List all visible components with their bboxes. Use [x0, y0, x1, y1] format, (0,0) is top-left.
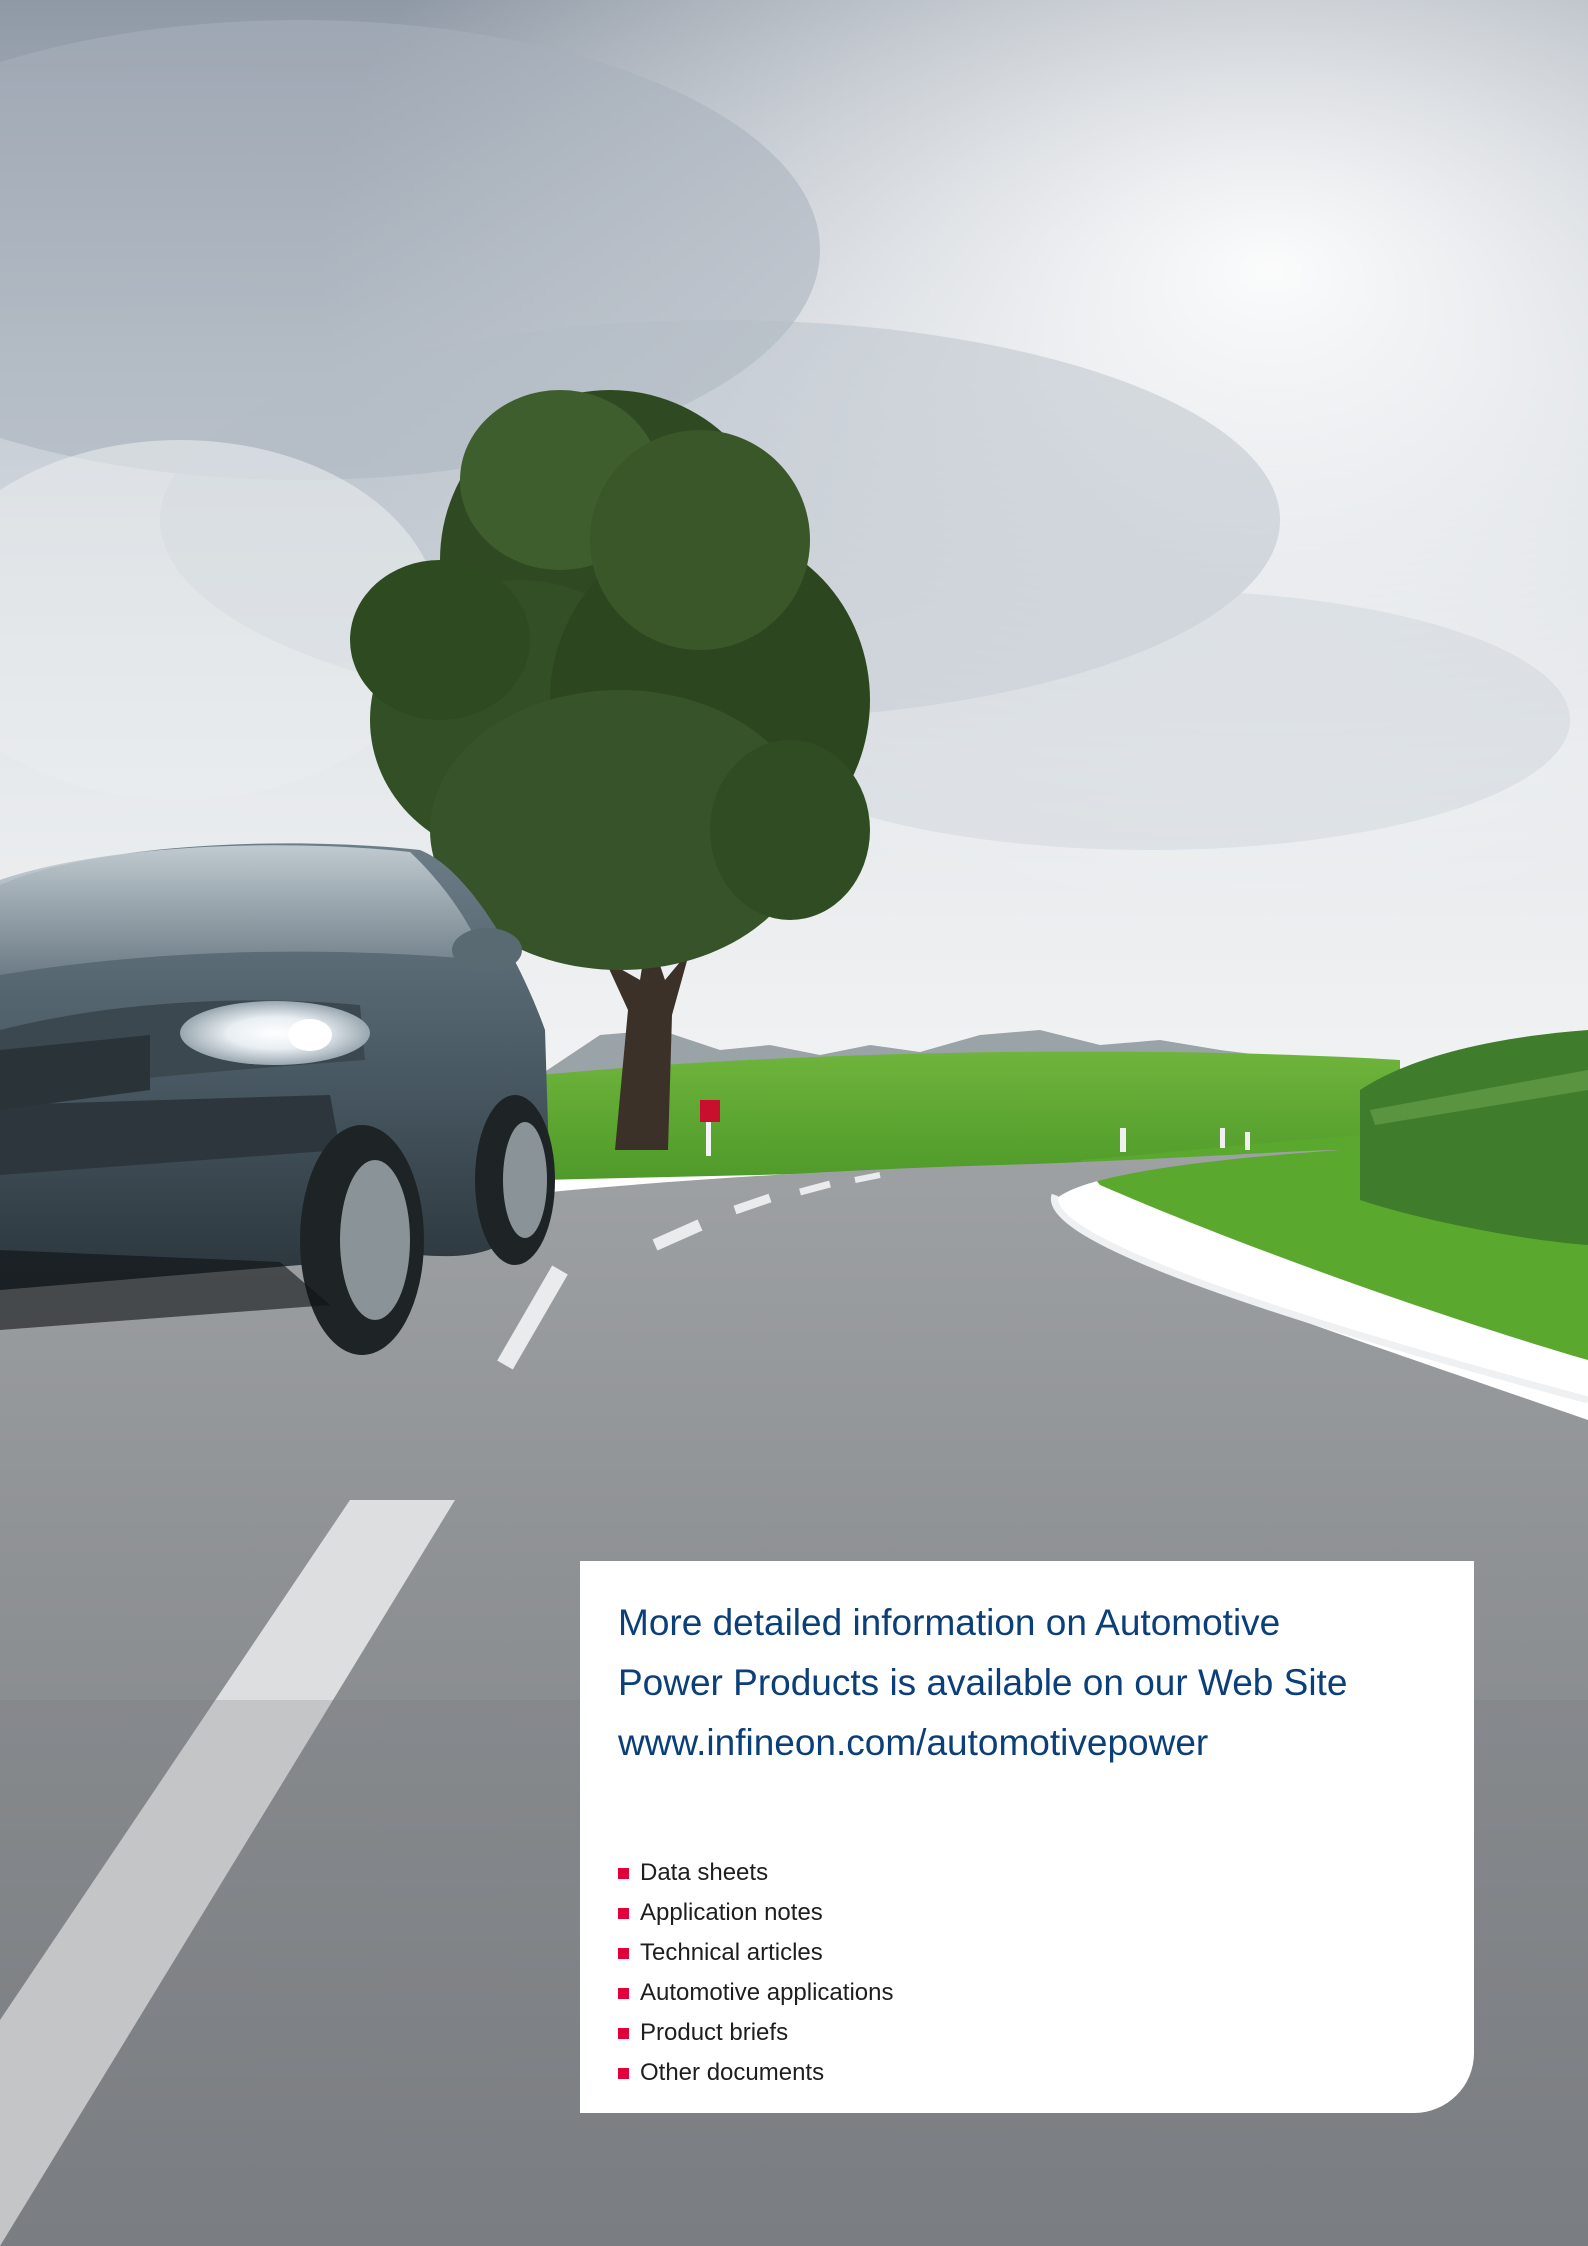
list-item-label: Automotive applications: [640, 1979, 894, 2006]
list-item: Data sheets: [618, 1853, 1436, 1893]
list-item-label: Data sheets: [640, 1859, 769, 1886]
info-heading: More detailed information on Automotive …: [618, 1593, 1436, 1773]
list-item: Other documents: [618, 2053, 1436, 2093]
list-item: Product briefs: [618, 2013, 1436, 2053]
heading-line-2: Power Products is available on our Web S…: [618, 1662, 1348, 1703]
square-bullet-icon: [618, 1988, 629, 1999]
square-bullet-icon: [618, 1948, 629, 1959]
square-bullet-icon: [618, 1868, 629, 1879]
info-card: More detailed information on Automotive …: [580, 1561, 1474, 2113]
list-item-label: Application notes: [640, 1899, 823, 1926]
list-item-label: Technical articles: [640, 1939, 823, 1966]
list-item: Technical articles: [618, 1933, 1436, 1973]
square-bullet-icon: [618, 2068, 629, 2079]
heading-line-1: More detailed information on Automotive: [618, 1602, 1281, 1643]
list-item: Automotive applications: [618, 1973, 1436, 2013]
square-bullet-icon: [618, 1908, 629, 1919]
resource-list: Data sheets Application notes Technical …: [618, 1853, 1436, 2093]
list-item: Application notes: [618, 1893, 1436, 1933]
square-bullet-icon: [618, 2028, 629, 2039]
website-link[interactable]: www.infineon.com/automotivepower: [618, 1713, 1436, 1773]
list-item-label: Product briefs: [640, 2019, 789, 2046]
list-item-label: Other documents: [640, 2059, 825, 2086]
